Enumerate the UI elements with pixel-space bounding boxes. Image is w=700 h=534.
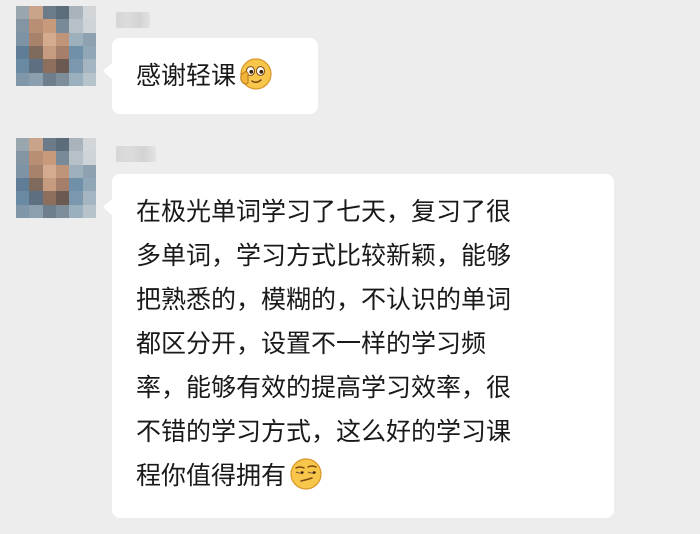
chat-message: 用户 在极光单词学习了七天，复习了很 多单词，学习方式比较新颖，能够 把熟悉的，… (0, 130, 700, 534)
message-bubble[interactable]: 在极光单词学习了七天，复习了很 多单词，学习方式比较新颖，能够 把熟悉的，模糊的… (103, 174, 614, 518)
avatar-pixelated-image (16, 138, 96, 218)
chat-conversation: 轻课 感谢轻课 (0, 0, 700, 534)
message-text-line: 率，能够有效的提高学习效率，很 (136, 373, 512, 402)
smirk-emoji-icon (288, 456, 324, 492)
sender-name: 轻课 (116, 12, 150, 28)
message-text-line: 在极光单词学习了七天，复习了很 (136, 197, 512, 226)
sender-name: 用户 (116, 146, 156, 162)
message-text-line: 多单词，学习方式比较新颖，能够 (136, 241, 512, 270)
message-text-line: 把熟悉的，模糊的，不认识的单词 (136, 285, 512, 314)
message-text-line: 程你值得拥有 (136, 454, 614, 498)
avatar[interactable] (16, 6, 96, 86)
avatar-pixelated-image (16, 6, 96, 86)
chat-message: 轻课 感谢轻课 (0, 0, 700, 130)
avatar[interactable] (16, 138, 96, 218)
message-text-line: 都区分开，设置不一样的学习频 (136, 329, 487, 358)
message-bubble[interactable]: 感谢轻课 (103, 38, 318, 114)
message-text-line: 不错的学习方式，这么好的学习课 (136, 417, 512, 446)
thumbs-up-smile-emoji-icon (238, 56, 274, 92)
message-text-line: 感谢轻课 (136, 54, 318, 98)
